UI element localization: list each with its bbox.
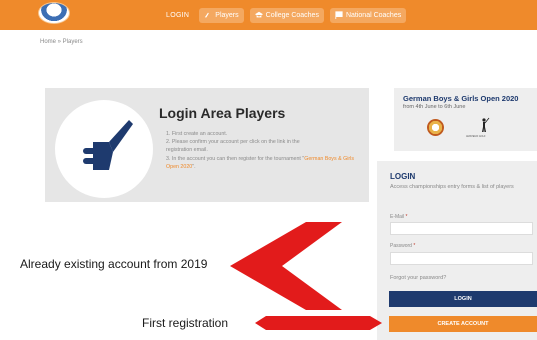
annotation-existing-account: Already existing account from 2019 xyxy=(20,257,208,271)
annotation-first-registration: First registration xyxy=(142,316,229,330)
arrow-first-registration xyxy=(255,316,382,330)
annotation-arrows xyxy=(230,222,382,330)
arrow-existing-account xyxy=(230,222,342,310)
